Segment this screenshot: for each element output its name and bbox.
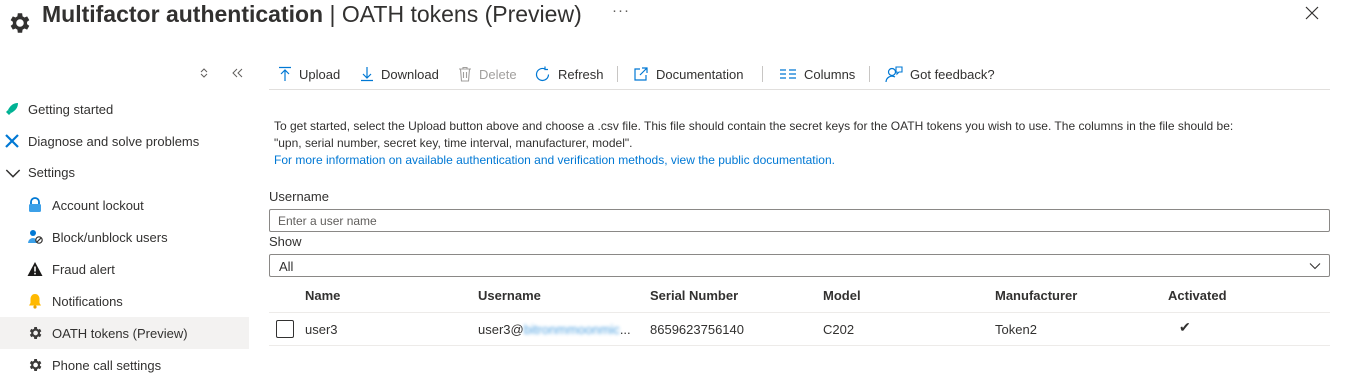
sidebar-item-phone-call-settings[interactable]: Phone call settings <box>0 349 249 381</box>
username-label: Username <box>269 189 329 204</box>
cell-manufacturer: Token2 <box>995 322 1037 337</box>
page-title: Multifactor authentication | OATH tokens… <box>42 1 582 27</box>
command-bar: Upload Download Delete Refresh Documenta… <box>269 60 1330 90</box>
cell-name: user3 <box>305 322 338 337</box>
wrench-icon <box>5 134 19 148</box>
refresh-icon <box>535 66 550 81</box>
sidebar-item-getting-started[interactable]: Getting started <box>0 93 249 125</box>
sort-icon[interactable] <box>200 68 208 78</box>
instructions-text: To get started, select the Upload button… <box>274 118 1334 169</box>
sidebar-controls <box>196 64 252 82</box>
toolbar-divider <box>869 66 870 82</box>
table-row[interactable] <box>269 312 1330 346</box>
trash-icon <box>459 66 471 82</box>
sidebar-item-block-unblock[interactable]: Block/unblock users <box>0 221 249 253</box>
chevron-down-icon <box>1309 263 1321 270</box>
upload-icon <box>279 66 291 81</box>
sidebar-item-diagnose[interactable]: Diagnose and solve problems <box>0 125 249 157</box>
close-icon[interactable] <box>1305 6 1319 20</box>
delete-button[interactable]: Delete <box>458 64 517 84</box>
column-header-username[interactable]: Username <box>478 288 541 303</box>
gear-icon <box>29 327 42 339</box>
refresh-button[interactable]: Refresh <box>534 64 604 84</box>
public-documentation-link[interactable]: For more information on available authen… <box>274 152 1334 169</box>
gear-icon <box>29 359 42 371</box>
feedback-button[interactable]: Got feedback? <box>885 64 995 84</box>
documentation-button[interactable]: Documentation <box>633 64 743 84</box>
chevron-down-icon <box>5 169 21 178</box>
feedback-icon <box>885 65 903 82</box>
show-label: Show <box>269 234 302 249</box>
toolbar-divider <box>762 66 763 82</box>
lock-icon <box>29 197 41 212</box>
column-header-manufacturer[interactable]: Manufacturer <box>995 288 1077 303</box>
column-header-name[interactable]: Name <box>305 288 340 303</box>
column-header-serial-number[interactable]: Serial Number <box>650 288 738 303</box>
columns-icon <box>780 69 796 79</box>
sidebar-item-notifications[interactable]: Notifications <box>0 285 249 317</box>
show-dropdown[interactable]: All <box>269 254 1330 277</box>
column-header-activated[interactable]: Activated <box>1168 288 1227 303</box>
warning-icon <box>27 262 43 276</box>
download-icon <box>361 67 373 82</box>
user-block-icon <box>28 230 43 244</box>
columns-button[interactable]: Columns <box>779 64 855 84</box>
blade-header: Multifactor authentication | OATH tokens… <box>0 0 1350 40</box>
row-checkbox[interactable] <box>276 320 294 338</box>
cell-model: C202 <box>823 322 855 337</box>
external-link-icon <box>634 67 648 81</box>
bell-icon <box>29 294 41 309</box>
username-input[interactable] <box>269 209 1330 232</box>
redacted-text: bitronmmoonmic <box>523 322 620 337</box>
checkmark-icon: ✔ <box>1179 319 1191 335</box>
sidebar-item-settings[interactable]: Settings <box>0 156 249 188</box>
sidebar-item-oath-tokens[interactable]: OATH tokens (Preview) <box>0 317 249 349</box>
collapse-sidebar-icon[interactable] <box>232 68 243 78</box>
column-header-model[interactable]: Model <box>823 288 861 303</box>
download-button[interactable]: Download <box>360 64 439 84</box>
more-options-button[interactable]: ··· <box>612 2 630 19</box>
cell-username: user3@bitronmmoonmic... <box>478 322 631 337</box>
toolbar-divider <box>617 66 618 82</box>
sidebar-item-account-lockout[interactable]: Account lockout <box>0 189 249 221</box>
sidebar-item-fraud-alert[interactable]: Fraud alert <box>0 253 249 285</box>
gear-icon <box>10 13 30 33</box>
rocket-icon <box>6 103 18 115</box>
cell-serial-number: 8659623756140 <box>650 322 744 337</box>
upload-button[interactable]: Upload <box>278 64 340 84</box>
